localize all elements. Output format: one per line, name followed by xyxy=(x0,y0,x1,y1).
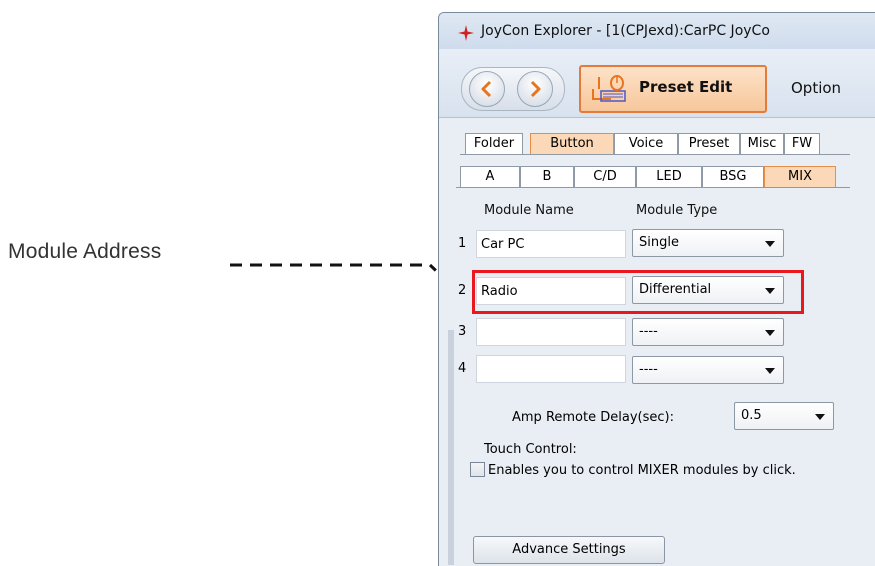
back-button[interactable] xyxy=(469,71,505,107)
tab-folder[interactable]: Folder xyxy=(465,133,523,154)
tab-divider xyxy=(460,154,850,155)
subtab-divider xyxy=(456,187,850,188)
module-type-dropdown[interactable]: ---- xyxy=(632,318,784,346)
amp-remote-delay-label: Amp Remote Delay(sec): xyxy=(512,410,674,425)
touch-control-title: Touch Control: xyxy=(484,442,577,457)
tab-bsg[interactable]: BSG xyxy=(702,166,764,187)
tab-a[interactable]: A xyxy=(460,166,520,187)
tab-button[interactable]: Button xyxy=(530,133,614,154)
module-name-header: Module Name xyxy=(484,203,574,218)
forward-arrow-icon xyxy=(530,80,541,98)
tab-b[interactable]: B xyxy=(520,166,574,187)
amp-remote-delay-value: 0.5 xyxy=(741,408,762,423)
module-type-dropdown[interactable]: ---- xyxy=(632,356,784,384)
row-number: 1 xyxy=(458,236,467,251)
back-arrow-icon xyxy=(481,80,492,98)
forward-button[interactable] xyxy=(517,71,553,107)
tab-cd[interactable]: C/D xyxy=(574,166,636,187)
touch-control-checkbox[interactable] xyxy=(470,462,485,477)
app-logo-icon xyxy=(458,25,474,41)
chevron-down-icon xyxy=(765,330,775,336)
module-type-value: Single xyxy=(639,235,679,250)
panel-edge xyxy=(448,330,454,565)
title-bar: JoyCon Explorer - [1(CPJexd):CarPC JoyCo xyxy=(439,13,875,49)
row-number: 2 xyxy=(458,283,467,298)
module-type-value: ---- xyxy=(639,362,658,377)
tab-preset[interactable]: Preset xyxy=(678,133,740,154)
highlight-box xyxy=(472,270,804,314)
touch-control-description: Enables you to control MIXER modules by … xyxy=(488,463,796,478)
chevron-down-icon xyxy=(815,414,825,420)
window-title: JoyCon Explorer - [1(CPJexd):CarPC JoyCo xyxy=(481,23,770,39)
preset-edit-label: Preset Edit xyxy=(639,78,733,96)
module-type-dropdown[interactable]: Single xyxy=(632,229,784,257)
module-type-header: Module Type xyxy=(636,203,718,218)
keyboard-mouse-icon xyxy=(592,75,626,102)
amp-remote-delay-dropdown[interactable]: 0.5 xyxy=(734,402,834,430)
tab-misc[interactable]: Misc xyxy=(740,133,784,154)
toolbar: Preset Edit Option xyxy=(439,49,875,118)
tab-mix[interactable]: MIX xyxy=(764,166,836,187)
row-number: 4 xyxy=(458,361,467,376)
module-type-value: ---- xyxy=(639,324,658,339)
tab-voice[interactable]: Voice xyxy=(614,133,678,154)
module-name-field[interactable]: Car PC xyxy=(476,230,626,258)
module-name-field[interactable] xyxy=(476,355,626,383)
row-number: 3 xyxy=(458,324,467,339)
module-name-field[interactable] xyxy=(476,318,626,346)
tab-led[interactable]: LED xyxy=(636,166,702,187)
tab-fw[interactable]: FW xyxy=(784,133,820,154)
chevron-down-icon xyxy=(765,241,775,247)
preset-edit-button[interactable]: Preset Edit xyxy=(579,65,767,113)
option-tab[interactable]: Option xyxy=(791,79,841,97)
advance-settings-button[interactable]: Advance Settings xyxy=(473,536,665,564)
chevron-down-icon xyxy=(765,368,775,374)
